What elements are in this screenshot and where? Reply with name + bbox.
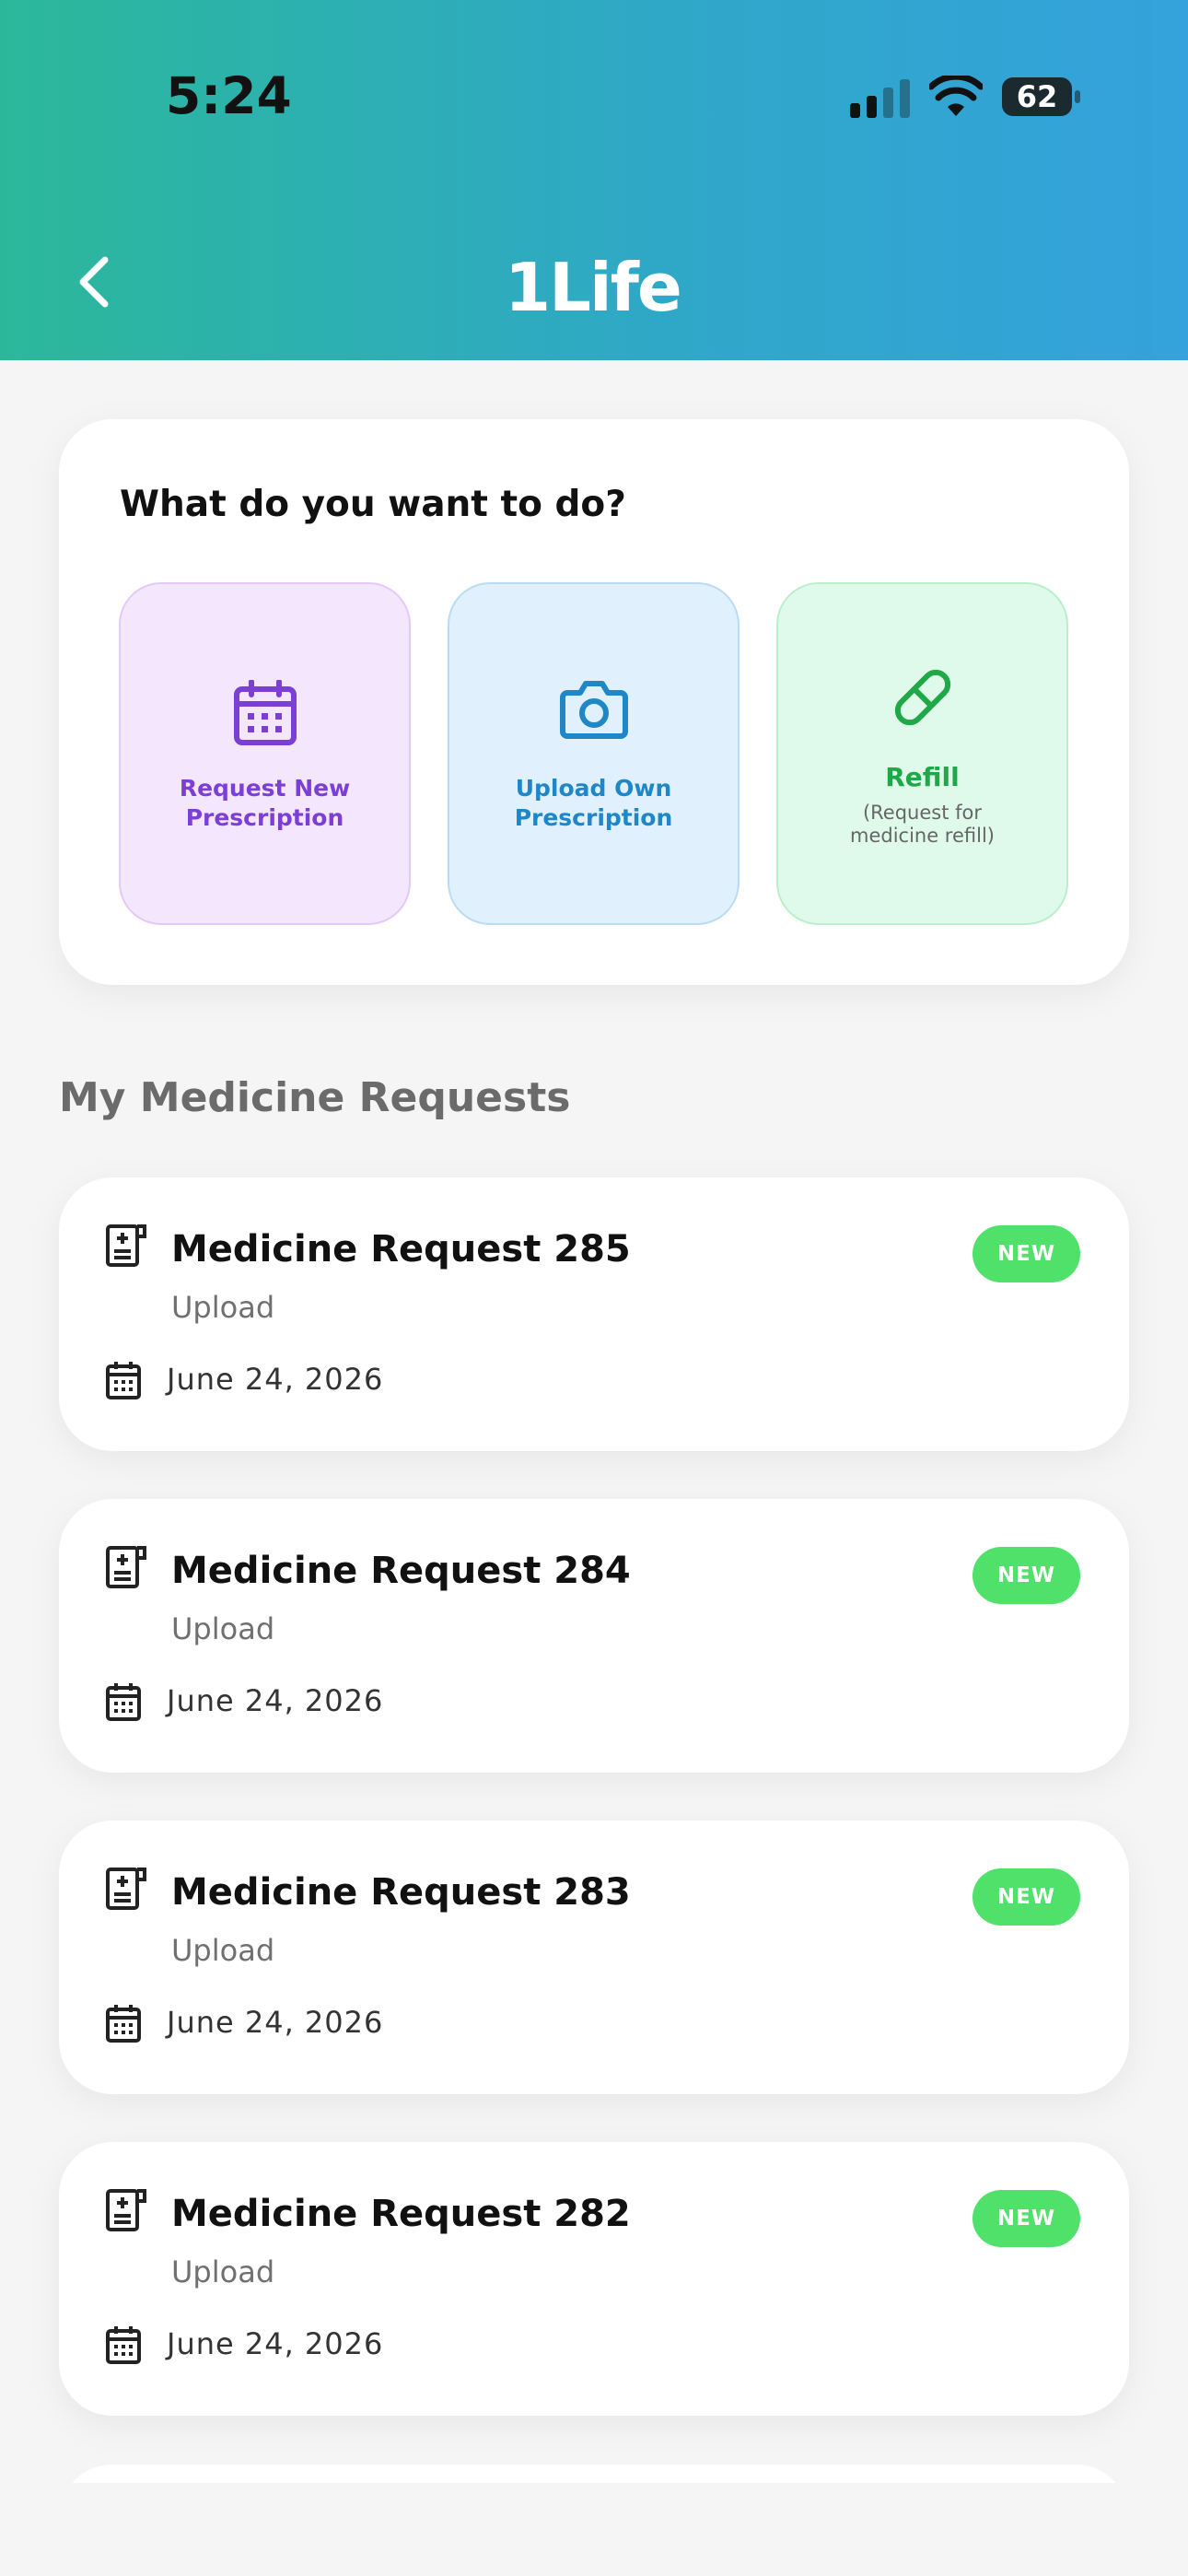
request-type: Upload	[171, 1933, 275, 1968]
back-chevron-icon[interactable]	[76, 254, 112, 310]
bottom-fade	[0, 2483, 1188, 2576]
request-card[interactable]: Medicine Request 282 Upload June 24, 202…	[59, 2142, 1129, 2416]
calendar-icon	[106, 2326, 141, 2364]
request-title: Medicine Request 284	[171, 1550, 631, 1592]
status-badge: NEW	[973, 2190, 1080, 2247]
request-new-prescription-label: Request New Prescription	[179, 775, 351, 831]
request-title: Medicine Request 282	[171, 2193, 631, 2235]
request-title: Medicine Request 283	[171, 1871, 631, 1914]
refill-sublabel: (Request for medicine refill)	[849, 802, 995, 847]
request-type: Upload	[171, 2254, 275, 2289]
status-badge: NEW	[973, 1547, 1080, 1604]
request-card[interactable]: Medicine Request 285 Upload June 24, 202…	[59, 1177, 1129, 1451]
request-title: Medicine Request 285	[171, 1228, 631, 1270]
app-header: 5:24 62 1Life	[0, 0, 1188, 360]
refill-tile[interactable]: Refill (Request for medicine refill)	[776, 582, 1068, 925]
status-time: 5:24	[166, 66, 292, 125]
battery-icon: 62	[1002, 77, 1081, 116]
signal-icon	[850, 79, 910, 118]
request-date: June 24, 2026	[167, 2326, 384, 2361]
calendar-icon	[233, 680, 297, 745]
prescription-doc-icon	[106, 1546, 146, 1588]
request-type: Upload	[171, 1611, 275, 1646]
app-logo: 1Life	[505, 249, 682, 326]
section-title: My Medicine Requests	[59, 1074, 571, 1121]
camera-icon	[559, 681, 628, 739]
request-new-prescription-tile[interactable]: Request New Prescription	[119, 582, 411, 925]
wifi-icon	[929, 76, 983, 116]
prescription-doc-icon	[106, 1868, 146, 1910]
upload-own-prescription-label: Upload Own Prescription	[514, 775, 673, 831]
calendar-icon	[106, 1683, 141, 1721]
request-type: Upload	[171, 1290, 275, 1325]
prescription-doc-icon	[106, 1224, 146, 1267]
action-question: What do you want to do?	[120, 484, 626, 525]
status-badge: NEW	[973, 1868, 1080, 1926]
calendar-icon	[106, 2005, 141, 2043]
request-date: June 24, 2026	[167, 2005, 384, 2040]
request-card[interactable]: Medicine Request 283 Upload June 24, 202…	[59, 1821, 1129, 2094]
request-card[interactable]: Medicine Request 284 Upload June 24, 202…	[59, 1499, 1129, 1773]
status-badge: NEW	[973, 1225, 1080, 1282]
request-date: June 24, 2026	[167, 1683, 384, 1718]
request-date: June 24, 2026	[167, 1362, 384, 1397]
pill-icon	[894, 669, 950, 726]
refill-label: Refill	[885, 762, 960, 792]
upload-own-prescription-tile[interactable]: Upload Own Prescription	[448, 582, 740, 925]
battery-level: 62	[1016, 79, 1058, 114]
prescription-doc-icon	[106, 2189, 146, 2231]
calendar-icon	[106, 1362, 141, 1399]
